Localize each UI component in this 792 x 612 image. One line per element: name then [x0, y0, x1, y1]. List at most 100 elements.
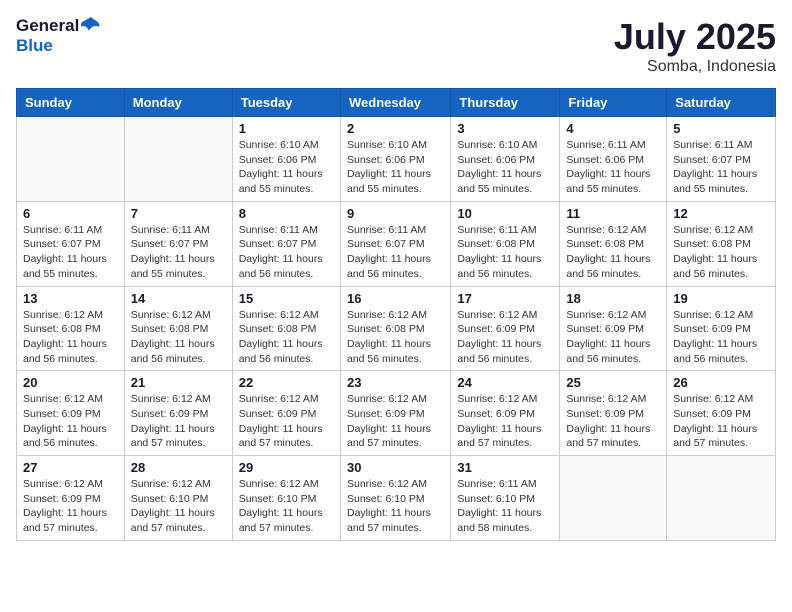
day-number: 4 [566, 121, 660, 136]
calendar-cell-w1-d1 [17, 117, 125, 202]
day-number: 15 [239, 291, 334, 306]
calendar-cell-w4-d7: 26 Sunrise: 6:12 AM Sunset: 6:09 PM Dayli… [667, 371, 776, 456]
day-info: Sunrise: 6:12 AM Sunset: 6:09 PM Dayligh… [673, 392, 769, 451]
day-number: 26 [673, 375, 769, 390]
day-number: 29 [239, 460, 334, 475]
day-info: Sunrise: 6:12 AM Sunset: 6:08 PM Dayligh… [347, 308, 444, 367]
calendar-cell-w5-d3: 29 Sunrise: 6:12 AM Sunset: 6:10 PM Dayli… [232, 456, 340, 541]
calendar-cell-w1-d6: 4 Sunrise: 6:11 AM Sunset: 6:06 PM Daylig… [560, 117, 667, 202]
calendar-cell-w5-d6 [560, 456, 667, 541]
day-info: Sunrise: 6:10 AM Sunset: 6:06 PM Dayligh… [457, 138, 553, 197]
calendar-cell-w4-d4: 23Sunrise: 6:12 AM Sunset: 6:09 PM Dayli… [340, 371, 450, 456]
header-tuesday: Tuesday [232, 89, 340, 117]
day-number: 19 [673, 291, 769, 306]
day-number: 8 [239, 206, 334, 221]
header-friday: Friday [560, 89, 667, 117]
calendar-cell-w5-d4: 30 Sunrise: 6:12 AM Sunset: 6:10 PM Dayli… [340, 456, 450, 541]
day-info: Sunrise: 6:10 AM Sunset: 6:06 PM Dayligh… [347, 138, 444, 197]
day-number: 16 [347, 291, 444, 306]
page-header: General Blue July 2025 Somba, Indonesia [16, 16, 776, 76]
day-info: Sunrise: 6:11 AM Sunset: 6:07 PM Dayligh… [23, 223, 118, 282]
day-number: 5 [673, 121, 769, 136]
calendar-table: Sunday Monday Tuesday Wednesday Thursday… [16, 88, 776, 541]
header-sunday: Sunday [17, 89, 125, 117]
day-info: Sunrise: 6:11 AM Sunset: 6:07 PM Dayligh… [239, 223, 334, 282]
calendar-cell-w4-d6: 25 Sunrise: 6:12 AM Sunset: 6:09 PM Dayli… [560, 371, 667, 456]
day-number: 24 [457, 375, 553, 390]
title-block: July 2025 Somba, Indonesia [614, 16, 776, 76]
day-info: Sunrise: 6:12 AM Sunset: 6:08 PM Dayligh… [239, 308, 334, 367]
calendar-cell-w2-d4: 9 Sunrise: 6:11 AM Sunset: 6:07 PM Daylig… [340, 201, 450, 286]
calendar-cell-w5-d2: 28Sunrise: 6:12 AM Sunset: 6:10 PM Dayli… [124, 456, 232, 541]
day-info: Sunrise: 6:12 AM Sunset: 6:10 PM Dayligh… [131, 477, 226, 536]
calendar-week-1: 1 Sunrise: 6:10 AM Sunset: 6:06 PM Daylig… [17, 117, 776, 202]
calendar-cell-w3-d2: 14 Sunrise: 6:12 AM Sunset: 6:08 PM Dayli… [124, 286, 232, 371]
day-info: Sunrise: 6:12 AM Sunset: 6:10 PM Dayligh… [347, 477, 444, 536]
day-number: 2 [347, 121, 444, 136]
calendar-cell-w3-d6: 18 Sunrise: 6:12 AM Sunset: 6:09 PM Dayli… [560, 286, 667, 371]
day-info: Sunrise: 6:11 AM Sunset: 6:07 PM Dayligh… [131, 223, 226, 282]
calendar-cell-w5-d1: 27 Sunrise: 6:12 AM Sunset: 6:09 PM Dayli… [17, 456, 125, 541]
day-info: Sunrise: 6:11 AM Sunset: 6:10 PM Dayligh… [457, 477, 553, 536]
day-info: Sunrise: 6:11 AM Sunset: 6:07 PM Dayligh… [347, 223, 444, 282]
day-info: Sunrise: 6:10 AM Sunset: 6:06 PM Dayligh… [239, 138, 334, 197]
calendar-cell-w1-d2 [124, 117, 232, 202]
calendar-cell-w3-d7: 19 Sunrise: 6:12 AM Sunset: 6:09 PM Dayli… [667, 286, 776, 371]
day-info: Sunrise: 6:12 AM Sunset: 6:09 PM Dayligh… [457, 308, 553, 367]
day-info: Sunrise: 6:12 AM Sunset: 6:08 PM Dayligh… [131, 308, 226, 367]
day-number: 18 [566, 291, 660, 306]
day-info: Sunrise: 6:12 AM Sunset: 6:09 PM Dayligh… [239, 392, 334, 451]
header-thursday: Thursday [451, 89, 560, 117]
day-info: Sunrise: 6:12 AM Sunset: 6:09 PM Dayligh… [23, 392, 118, 451]
day-info: Sunrise: 6:12 AM Sunset: 6:09 PM Dayligh… [566, 308, 660, 367]
day-number: 10 [457, 206, 553, 221]
calendar-cell-w1-d3: 1 Sunrise: 6:10 AM Sunset: 6:06 PM Daylig… [232, 117, 340, 202]
calendar-cell-w4-d3: 22Sunrise: 6:12 AM Sunset: 6:09 PM Dayli… [232, 371, 340, 456]
day-number: 20 [23, 375, 118, 390]
day-number: 1 [239, 121, 334, 136]
logo: General Blue [16, 16, 101, 56]
day-number: 17 [457, 291, 553, 306]
day-info: Sunrise: 6:12 AM Sunset: 6:09 PM Dayligh… [566, 392, 660, 451]
day-info: Sunrise: 6:12 AM Sunset: 6:08 PM Dayligh… [23, 308, 118, 367]
calendar-cell-w2-d1: 6Sunrise: 6:11 AM Sunset: 6:07 PM Daylig… [17, 201, 125, 286]
calendar-cell-w2-d5: 10Sunrise: 6:11 AM Sunset: 6:08 PM Dayli… [451, 201, 560, 286]
calendar-cell-w2-d7: 12 Sunrise: 6:12 AM Sunset: 6:08 PM Dayli… [667, 201, 776, 286]
day-number: 12 [673, 206, 769, 221]
day-number: 13 [23, 291, 118, 306]
calendar-title: July 2025 [614, 16, 776, 58]
day-number: 9 [347, 206, 444, 221]
day-number: 14 [131, 291, 226, 306]
day-number: 3 [457, 121, 553, 136]
day-info: Sunrise: 6:12 AM Sunset: 6:10 PM Dayligh… [239, 477, 334, 536]
day-number: 27 [23, 460, 118, 475]
calendar-cell-w2-d3: 8 Sunrise: 6:11 AM Sunset: 6:07 PM Daylig… [232, 201, 340, 286]
day-number: 7 [131, 206, 226, 221]
day-info: Sunrise: 6:12 AM Sunset: 6:09 PM Dayligh… [347, 392, 444, 451]
day-number: 21 [131, 375, 226, 390]
calendar-location: Somba, Indonesia [614, 58, 776, 76]
day-info: Sunrise: 6:12 AM Sunset: 6:08 PM Dayligh… [673, 223, 769, 282]
calendar-week-4: 20 Sunrise: 6:12 AM Sunset: 6:09 PM Dayli… [17, 371, 776, 456]
day-info: Sunrise: 6:11 AM Sunset: 6:07 PM Dayligh… [673, 138, 769, 197]
calendar-cell-w3-d3: 15 Sunrise: 6:12 AM Sunset: 6:08 PM Dayli… [232, 286, 340, 371]
calendar-week-3: 13 Sunrise: 6:12 AM Sunset: 6:08 PM Dayli… [17, 286, 776, 371]
day-number: 11 [566, 206, 660, 221]
calendar-cell-w5-d7 [667, 456, 776, 541]
logo-blue: Blue [16, 36, 53, 55]
calendar-header-row: Sunday Monday Tuesday Wednesday Thursday… [17, 89, 776, 117]
day-info: Sunrise: 6:12 AM Sunset: 6:09 PM Dayligh… [23, 477, 118, 536]
header-monday: Monday [124, 89, 232, 117]
day-info: Sunrise: 6:12 AM Sunset: 6:09 PM Dayligh… [131, 392, 226, 451]
header-saturday: Saturday [667, 89, 776, 117]
day-number: 30 [347, 460, 444, 475]
calendar-cell-w4-d2: 21 Sunrise: 6:12 AM Sunset: 6:09 PM Dayli… [124, 371, 232, 456]
day-number: 25 [566, 375, 660, 390]
logo-general: General [16, 16, 79, 36]
calendar-cell-w2-d6: 11 Sunrise: 6:12 AM Sunset: 6:08 PM Dayli… [560, 201, 667, 286]
day-info: Sunrise: 6:12 AM Sunset: 6:09 PM Dayligh… [673, 308, 769, 367]
day-info: Sunrise: 6:12 AM Sunset: 6:08 PM Dayligh… [566, 223, 660, 282]
calendar-cell-w2-d2: 7 Sunrise: 6:11 AM Sunset: 6:07 PM Daylig… [124, 201, 232, 286]
day-info: Sunrise: 6:11 AM Sunset: 6:06 PM Dayligh… [566, 138, 660, 197]
calendar-cell-w4-d1: 20 Sunrise: 6:12 AM Sunset: 6:09 PM Dayli… [17, 371, 125, 456]
